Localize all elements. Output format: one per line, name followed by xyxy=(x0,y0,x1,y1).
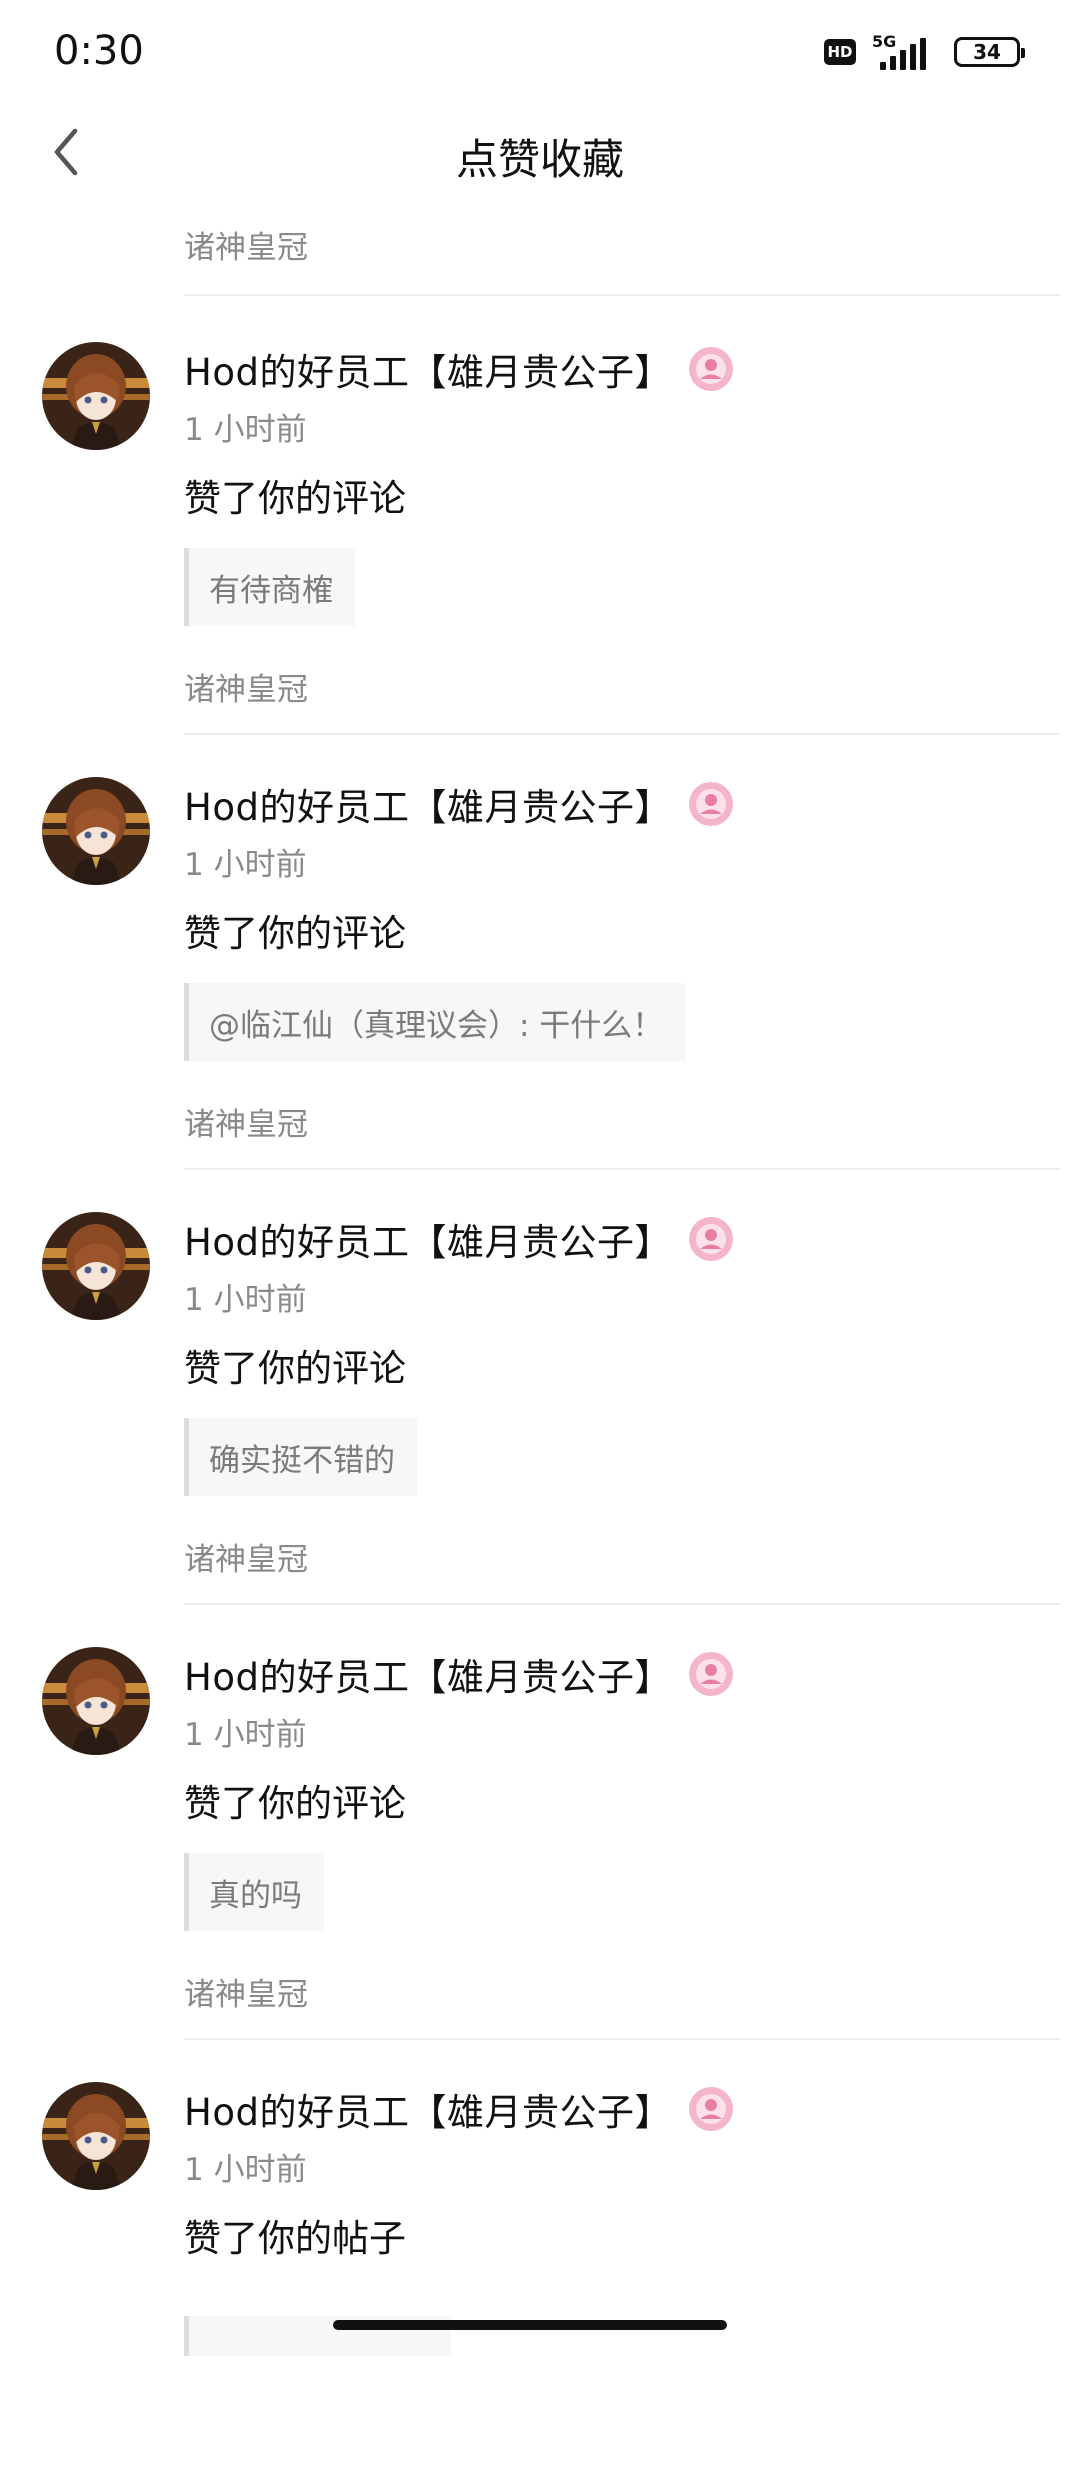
page-title: 点赞收藏 xyxy=(455,135,624,184)
timestamp: 1 小时前 xyxy=(184,2152,307,2188)
quoted-comment[interactable]: 真的吗 xyxy=(184,1853,324,1931)
username[interactable]: Hod的好员工【雄月贵公子】 xyxy=(184,2082,672,2136)
user-badge-icon xyxy=(688,2087,733,2131)
action-text: 赞了你的评论 xyxy=(184,477,406,520)
list-item[interactable]: Hod的好员工【雄月贵公子】 1 小时前 赞了你的评论 确实挺不错的 诸神皇冠 xyxy=(0,1170,1080,1605)
timestamp: 1 小时前 xyxy=(184,1717,307,1753)
status-icons: HD 5G 34 xyxy=(824,32,1025,72)
username-row: Hod的好员工【雄月贵公子】 xyxy=(184,1647,734,1701)
notification-list: 诸神皇冠 Hod的好员工【雄月贵公子】 1 小时前 赞了你的评论 有待商榷 诸神… xyxy=(0,210,1080,2475)
source-label[interactable]: 诸神皇冠 xyxy=(184,664,308,709)
status-bar: 0:30 HD 5G 34 xyxy=(0,0,1080,100)
avatar[interactable] xyxy=(42,1647,150,1755)
battery-icon: 34 xyxy=(954,37,1025,67)
quoted-comment[interactable]: @临江仙（真理议会）: 干什么！ xyxy=(184,983,686,1061)
action-text: 赞了你的评论 xyxy=(184,1782,406,1825)
username[interactable]: Hod的好员工【雄月贵公子】 xyxy=(184,342,672,396)
avatar[interactable] xyxy=(42,1212,150,1320)
quoted-comment[interactable]: 确实挺不错的 xyxy=(184,1418,417,1496)
timestamp: 1 小时前 xyxy=(184,412,307,448)
username-row: Hod的好员工【雄月贵公子】 xyxy=(184,1212,734,1266)
username[interactable]: Hod的好员工【雄月贵公子】 xyxy=(184,777,672,831)
source-label[interactable]: 诸神皇冠 xyxy=(184,1969,308,2014)
user-badge-icon xyxy=(688,782,733,826)
divider xyxy=(184,294,1060,296)
avatar[interactable] xyxy=(42,777,150,885)
username-row: Hod的好员工【雄月贵公子】 xyxy=(184,342,734,396)
username-row: Hod的好员工【雄月贵公子】 xyxy=(184,2082,734,2136)
list-item[interactable]: Hod的好员工【雄月贵公子】 1 小时前 赞了你的评论 真的吗 诸神皇冠 xyxy=(0,1605,1080,2040)
action-text: 赞了你的评论 xyxy=(184,912,406,955)
list-item-partial[interactable]: 诸神皇冠 xyxy=(0,210,1080,300)
timestamp: 1 小时前 xyxy=(184,847,307,883)
list-item[interactable]: Hod的好员工【雄月贵公子】 1 小时前 赞了你的评论 有待商榷 诸神皇冠 xyxy=(0,300,1080,735)
avatar[interactable] xyxy=(42,2082,150,2190)
home-indicator[interactable] xyxy=(333,2320,727,2330)
signal-icon: 5G xyxy=(870,32,940,72)
source-label[interactable]: 诸神皇冠 xyxy=(184,1534,308,1579)
header: 点赞收藏 xyxy=(0,100,1080,210)
source-label[interactable]: 诸神皇冠 xyxy=(184,1099,308,1144)
timestamp: 1 小时前 xyxy=(184,1282,307,1318)
avatar[interactable] xyxy=(42,342,150,450)
status-time: 0:30 xyxy=(54,28,144,74)
list-item[interactable]: Hod的好员工【雄月贵公子】 1 小时前 赞了你的帖子 xyxy=(0,2040,1080,2475)
user-badge-icon xyxy=(688,347,733,391)
username-row: Hod的好员工【雄月贵公子】 xyxy=(184,777,734,831)
action-text: 赞了你的帖子 xyxy=(184,2217,406,2260)
user-badge-icon xyxy=(688,1217,733,1261)
battery-level: 34 xyxy=(973,40,1001,64)
user-badge-icon xyxy=(688,1652,733,1696)
username[interactable]: Hod的好员工【雄月贵公子】 xyxy=(184,1647,672,1701)
source-label: 诸神皇冠 xyxy=(184,230,308,266)
quoted-comment[interactable]: 有待商榷 xyxy=(184,548,355,626)
hd-icon: HD xyxy=(824,39,856,65)
username[interactable]: Hod的好员工【雄月贵公子】 xyxy=(184,1212,672,1266)
action-text: 赞了你的评论 xyxy=(184,1347,406,1390)
list-item[interactable]: Hod的好员工【雄月贵公子】 1 小时前 赞了你的评论 @临江仙（真理议会）: … xyxy=(0,735,1080,1170)
